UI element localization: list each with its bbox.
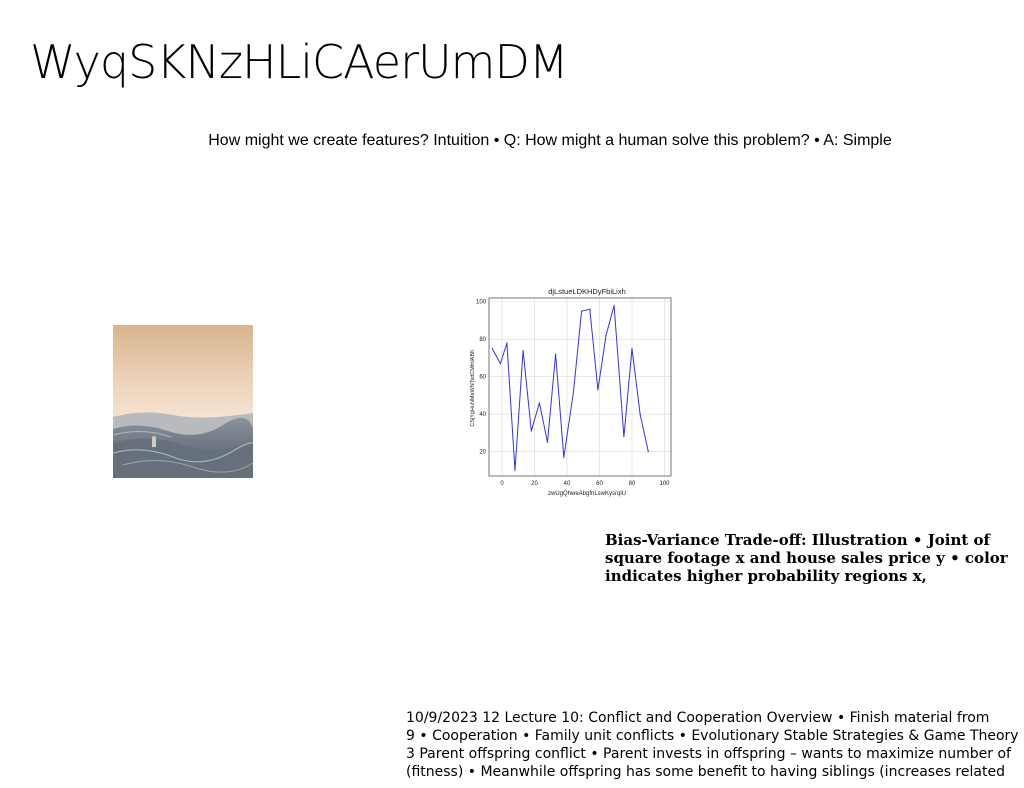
lecture-line-1: 10/9/2023 12 Lecture 10: Conflict and Co… (406, 710, 990, 726)
x-tick-label: 80 (629, 481, 636, 487)
bias-variance-text: Bias-Variance Trade-off: Illustration • … (605, 531, 1008, 585)
data-point (555, 353, 557, 355)
y-tick-label: 100 (476, 300, 487, 306)
y-tick-label: 40 (479, 412, 486, 418)
y-tick-label: 60 (479, 375, 486, 381)
data-point (572, 391, 575, 393)
data-point (491, 347, 493, 350)
data-point (581, 310, 583, 312)
y-axis-label: CSjYgHuNMeWNTsdCMfnlABK (470, 349, 476, 427)
data-point (647, 451, 649, 453)
lecture-line-4: (fitness) • Meanwhile offspring has some… (406, 764, 1005, 780)
y-tick-label: 20 (479, 450, 486, 456)
y-tick-label: 80 (479, 337, 486, 343)
line-chart: djLstueLDKHDyFbiLixh 0 20 40 60 80 100 20 40 60 8… (470, 287, 672, 497)
data-point (522, 349, 524, 352)
data-point (639, 413, 641, 415)
x-tick-label: 60 (596, 481, 603, 487)
data-point (506, 342, 508, 344)
data-point (499, 362, 501, 365)
data-point (613, 304, 615, 307)
chart-title: djLstueLDKHDyFbiLixh (548, 287, 626, 296)
data-point (623, 436, 625, 438)
lecture-line-3: 3 Parent offspring conflict • Parent inv… (406, 746, 1011, 762)
data-point (589, 308, 591, 310)
x-axis-label: zwUgQhweAbgfnLswKysrqlU (548, 491, 626, 497)
lecture-notes: 10/9/2023 12 Lecture 10: Conflict and Co… (406, 709, 1024, 781)
x-tick-label: 100 (659, 481, 670, 487)
series-points (491, 304, 649, 471)
data-point (546, 441, 549, 443)
x-tick-label: 20 (531, 481, 538, 487)
data-point (597, 389, 599, 391)
lecture-line-2: 9 • Cooperation • Family unit conflicts … (406, 728, 1019, 744)
x-tick-label: 0 (500, 481, 504, 487)
data-point (631, 347, 633, 350)
x-tick-label: 40 (564, 481, 571, 487)
slide-subtitle: How might we create features? Intuition … (208, 132, 892, 149)
dunes-illustration (113, 325, 253, 478)
slide-title: WyqSKNzHLiCAerUmDM (30, 35, 569, 89)
data-point (530, 430, 532, 432)
landscape-image (113, 325, 253, 478)
data-point (538, 402, 540, 404)
series-line (491, 305, 649, 471)
data-point (563, 456, 565, 458)
data-point (514, 469, 516, 471)
data-point (605, 334, 607, 337)
